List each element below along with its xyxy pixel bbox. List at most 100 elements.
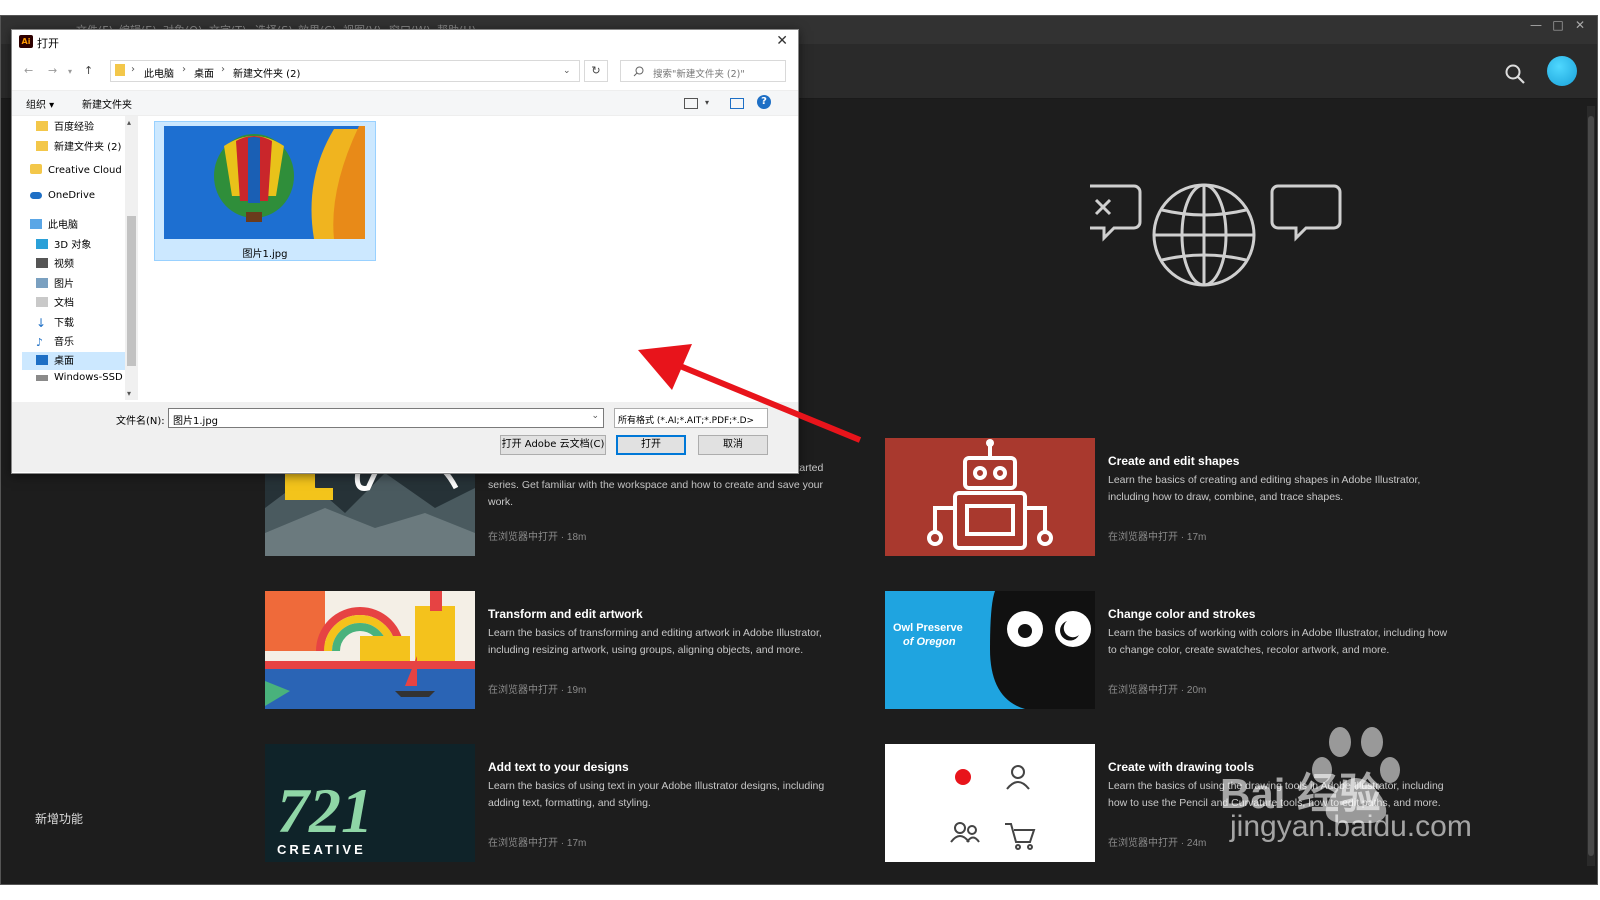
folder-icon <box>115 64 125 76</box>
folder-icon <box>36 121 48 131</box>
tutorial-card-shapes[interactable]: Create and edit shapes Learn the basics … <box>885 438 1485 556</box>
view-options-icon[interactable] <box>684 98 698 109</box>
tutorial-card-transform[interactable]: Transform and edit artwork Learn the bas… <box>265 591 865 709</box>
filename-value: 图片1.jpg <box>173 416 219 427</box>
filename-label: 文件名(N): <box>116 416 165 427</box>
search-folder-input[interactable]: 搜索"新建文件夹 (2)" <box>620 60 786 82</box>
nav-item-music[interactable]: ♪ 音乐 <box>36 333 124 351</box>
breadcrumb-this-pc[interactable]: 此电脑 <box>144 65 174 80</box>
breadcrumb-chevron-icon[interactable]: › <box>131 64 135 75</box>
card-title: Change color and strokes <box>1108 607 1256 621</box>
video-icon <box>36 258 48 268</box>
refresh-icon[interactable]: ↻ <box>584 60 608 82</box>
document-icon <box>36 297 48 307</box>
music-icon: ♪ <box>36 336 44 349</box>
card-thumbnail <box>265 591 475 709</box>
nav-item-windows-ssd[interactable]: Windows-SSD <box>36 372 126 390</box>
view-dropdown-icon[interactable]: ▾ <box>705 98 709 107</box>
card-meta[interactable]: 在浏览器中打开 · 24m <box>1108 834 1206 849</box>
dialog-footer: 文件名(N): 图片1.jpg ⌄ 所有格式 (*.AI;*.AIT;*.PDF… <box>12 402 798 472</box>
filename-input[interactable]: 图片1.jpg ⌄ <box>168 408 604 428</box>
open-button[interactable]: 打开 <box>616 435 686 455</box>
scroll-thumb[interactable] <box>127 216 136 366</box>
dialog-close-icon[interactable]: ✕ <box>776 33 788 49</box>
breadcrumb-chevron-icon[interactable]: › <box>182 64 186 75</box>
nav-item-creative-cloud[interactable]: Creative Cloud F <box>30 164 131 182</box>
card-title: Add text to your designs <box>488 760 629 774</box>
dialog-toolbar: 组织 ▾ 新建文件夹 ▾ ? <box>12 90 798 116</box>
creative-cloud-folder-icon <box>30 164 42 174</box>
cube-icon <box>36 239 48 249</box>
card-description: Learn the basics of working with colors … <box>1108 627 1448 656</box>
watermark-url: jingyan.baidu.com <box>1230 810 1472 843</box>
minimize-icon[interactable]: — <box>1525 18 1547 32</box>
card-thumbnail: Owl Preserve of Oregon <box>885 591 1095 709</box>
card-description: Learn the basics of transforming and edi… <box>488 627 822 656</box>
scroll-down-icon[interactable]: ▾ <box>127 389 131 398</box>
nav-item-baidu-jingyan[interactable]: 百度经验 <box>36 118 124 136</box>
file-thumbnail <box>164 126 365 239</box>
nav-item-pictures[interactable]: 图片 <box>36 275 124 293</box>
nav-item-3d-objects[interactable]: 3D 对象 <box>36 236 124 254</box>
file-item[interactable]: 图片1.jpg <box>154 121 376 261</box>
search-icon[interactable] <box>1503 62 1527 86</box>
breadcrumb-desktop[interactable]: 桌面 <box>194 65 214 80</box>
forward-arrow-icon[interactable]: → <box>48 64 57 77</box>
nav-item-desktop[interactable]: 桌面 <box>22 352 126 370</box>
nav-item-downloads[interactable]: ↓ 下载 <box>36 314 124 332</box>
desktop-icon <box>36 355 48 365</box>
card-title: Create and edit shapes <box>1108 454 1240 468</box>
search-placeholder: 搜索"新建文件夹 (2)" <box>653 69 745 80</box>
card-meta[interactable]: 在浏览器中打开 · 17m <box>488 834 586 849</box>
download-icon: ↓ <box>36 316 47 330</box>
card-meta[interactable]: 在浏览器中打开 · 18m <box>488 528 586 543</box>
organize-button[interactable]: 组织 ▾ <box>26 96 54 111</box>
tutorial-card-color[interactable]: Owl Preserve of Oregon Change color and … <box>885 591 1485 709</box>
help-icon[interactable]: ? <box>757 95 771 109</box>
nav-item-new-folder[interactable]: 新建文件夹 (2) <box>36 138 124 156</box>
open-cloud-document-button[interactable]: 打开 Adobe 云文档(C) <box>500 435 606 455</box>
cancel-button[interactable]: 取消 <box>698 435 768 455</box>
card-description: Learn the basics of using text in your A… <box>488 780 825 809</box>
page-scrollbar[interactable] <box>1587 106 1595 866</box>
new-folder-button[interactable]: 新建文件夹 <box>82 96 132 111</box>
breadcrumb-folder[interactable]: 新建文件夹 (2) <box>233 65 300 80</box>
thumb-creative: CREATIVE <box>277 842 366 857</box>
illustrator-app-icon: Ai <box>19 35 33 48</box>
filetype-select[interactable]: 所有格式 (*.AI;*.AIT;*.PDF;*.D> <box>614 408 768 428</box>
card-thumbnail <box>885 744 1095 862</box>
card-meta[interactable]: 在浏览器中打开 · 20m <box>1108 681 1206 696</box>
folder-icon <box>36 141 48 151</box>
filename-dropdown-icon[interactable]: ⌄ <box>591 411 599 421</box>
preview-pane-icon[interactable] <box>730 98 744 109</box>
dialog-titlebar: Ai 打开 ✕ <box>12 30 798 54</box>
nav-item-onedrive[interactable]: OneDrive <box>30 190 124 208</box>
nav-item-documents[interactable]: 文档 <box>36 294 124 312</box>
nav-item-this-pc[interactable]: 此电脑 <box>30 216 124 234</box>
open-file-dialog: Ai 打开 ✕ ← → ▾ ↑ › 此电脑 › 桌面 › 新建文件夹 (2) ⌄… <box>11 29 799 474</box>
tutorial-card-text[interactable]: 721 CREATIVE Add text to your designs Le… <box>265 744 865 862</box>
nav-pane-scrollbar[interactable]: ▴ ▾ <box>125 116 138 400</box>
breadcrumb-chevron-icon[interactable]: › <box>221 64 225 75</box>
back-arrow-icon[interactable]: ← <box>24 64 33 77</box>
card-meta[interactable]: 在浏览器中打开 · 17m <box>1108 528 1206 543</box>
drive-icon <box>36 375 48 381</box>
card-meta[interactable]: 在浏览器中打开 · 19m <box>488 681 586 696</box>
navigation-pane: 百度经验 新建文件夹 (2) Creative Cloud F OneDrive… <box>12 116 140 400</box>
card-thumbnail <box>885 438 1095 556</box>
thumb-number: 721 <box>277 775 373 846</box>
scroll-up-icon[interactable]: ▴ <box>127 118 131 127</box>
up-arrow-icon[interactable]: ↑ <box>84 64 93 77</box>
nav-item-videos[interactable]: 视频 <box>36 255 124 273</box>
recent-locations-icon[interactable]: ▾ <box>68 67 72 76</box>
close-window-icon[interactable]: ✕ <box>1569 18 1591 32</box>
address-dropdown-icon[interactable]: ⌄ <box>563 66 571 76</box>
whats-new-link[interactable]: 新增功能 <box>35 810 83 827</box>
language-illustration <box>1090 183 1342 287</box>
address-bar[interactable]: › 此电脑 › 桌面 › 新建文件夹 (2) ⌄ <box>110 60 580 82</box>
search-icon <box>633 66 644 77</box>
card-title: Transform and edit artwork <box>488 607 643 621</box>
maximize-icon[interactable]: □ <box>1547 18 1569 32</box>
scroll-thumb[interactable] <box>1588 116 1594 856</box>
user-avatar[interactable] <box>1547 56 1577 86</box>
